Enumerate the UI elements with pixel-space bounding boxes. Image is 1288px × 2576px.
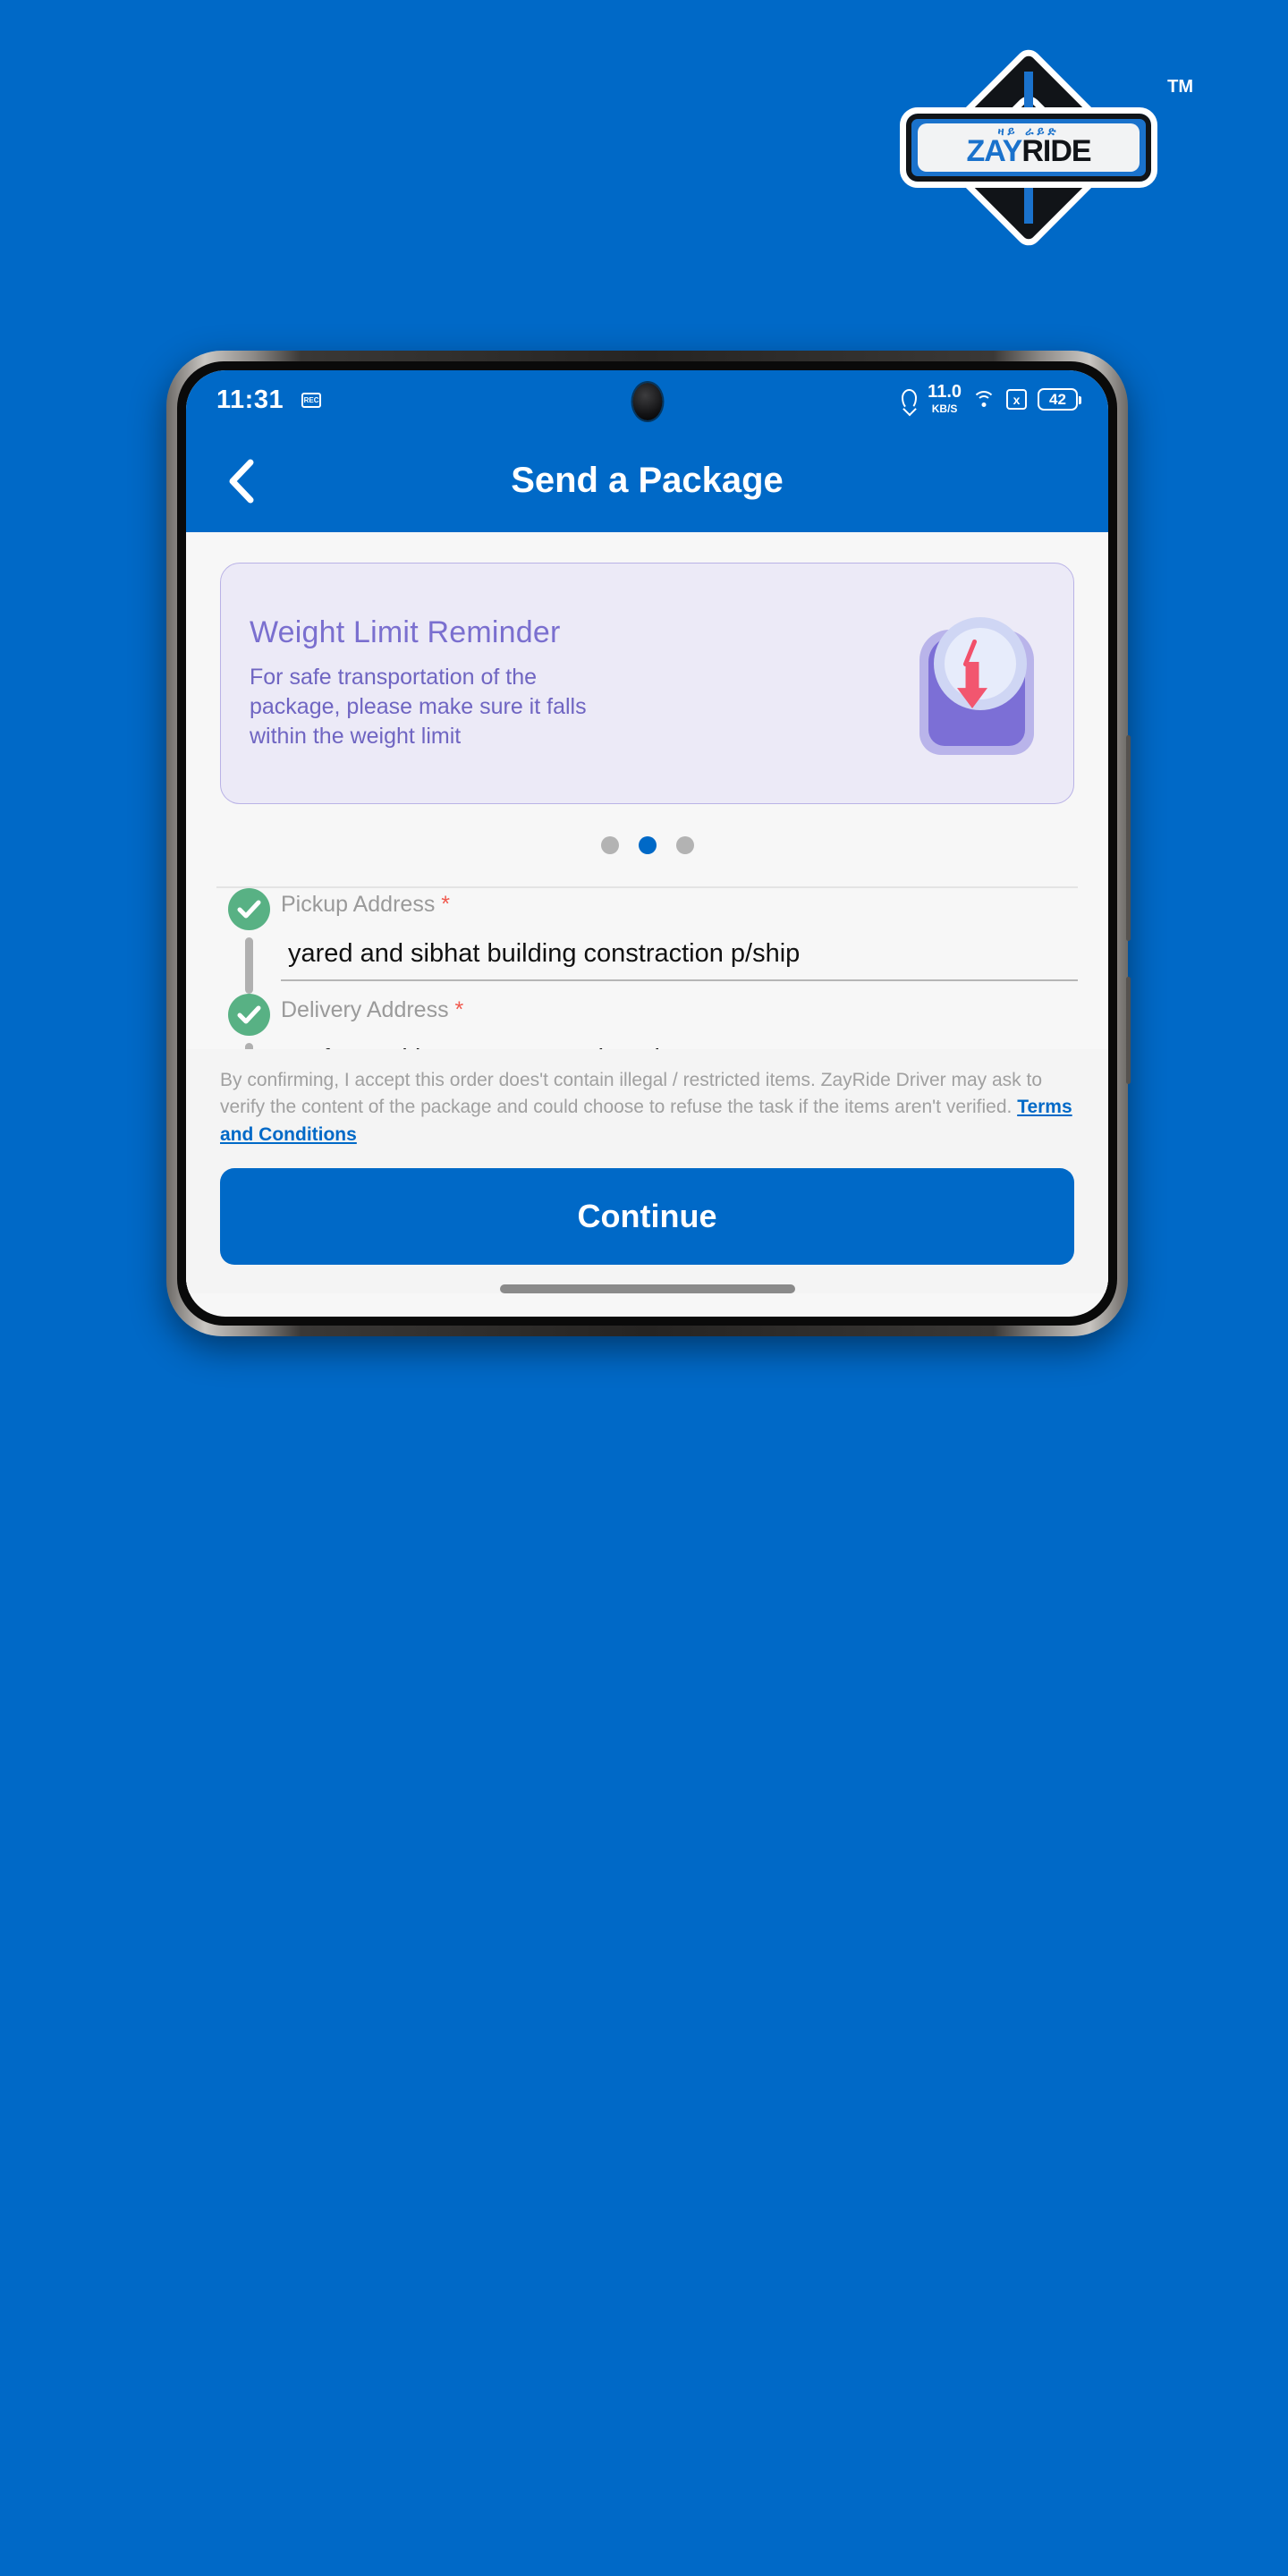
network-speed-unit: KB/S: [931, 402, 958, 415]
wifi-icon: [972, 390, 996, 409]
carousel-page-indicator: [186, 836, 1108, 854]
logo-amharic-text: ዛይ ራይድ: [997, 124, 1060, 138]
power-button[interactable]: [1126, 977, 1131, 1084]
pickup-address-input[interactable]: yared and sibhat building constraction p…: [281, 918, 1078, 981]
weight-card-title: Weight Limit Reminder: [250, 615, 561, 649]
phone-screen: 11:31 REC 11.0 KB/S x 42 Send a Package …: [186, 370, 1108, 1317]
screen-record-icon: REC: [301, 392, 322, 408]
delivery-status-rail: [216, 993, 281, 1049]
required-marker: *: [454, 996, 464, 1022]
scroll-area[interactable]: Weight Limit Reminder For safe transport…: [186, 532, 1108, 1049]
weight-scale-icon: [911, 612, 1045, 755]
phone-bezel: 11:31 REC 11.0 KB/S x 42 Send a Package …: [177, 361, 1117, 1326]
status-icons-group: 11.0 KB/S x 42: [902, 382, 1081, 415]
pickup-status-rail: [216, 887, 281, 994]
location-pin-icon: [902, 389, 918, 411]
back-button[interactable]: [206, 458, 277, 504]
continue-button[interactable]: Continue: [220, 1168, 1074, 1265]
app-content: Weight Limit Reminder For safe transport…: [186, 532, 1108, 1293]
delivery-field-content: Delivery Address * tesfay and hagos cons…: [281, 994, 1078, 1049]
rail-connector-line: [244, 1042, 253, 1049]
weight-limit-reminder-card[interactable]: Weight Limit Reminder For safe transport…: [220, 563, 1074, 804]
delivery-address-input[interactable]: tesfay and hagos construction plc: [281, 1023, 1078, 1049]
footer: By confirming, I accept this order does'…: [186, 1048, 1108, 1293]
home-indicator[interactable]: [499, 1284, 795, 1293]
zayride-logo: ዛይ ራይድ ZAYRIDE TM: [894, 44, 1193, 251]
form-row-pickup-address[interactable]: Pickup Address * yared and sibhat buildi…: [216, 887, 1078, 994]
logo-word-ride: RIDE: [1021, 133, 1091, 168]
pickup-check-icon: [227, 887, 270, 930]
rail-connector-line: [244, 936, 253, 994]
logo-trademark: TM: [1167, 77, 1193, 97]
battery-indicator: 42: [1038, 388, 1081, 411]
logo-plate-inner: ዛይ ራይድ ZAYRIDE: [918, 123, 1140, 172]
logo-wordmark: ZAYRIDE: [966, 133, 1091, 169]
terms-disclaimer-text: By confirming, I accept this order does'…: [220, 1067, 1074, 1148]
carousel-dot-2[interactable]: [638, 836, 657, 854]
pickup-field-content: Pickup Address * yared and sibhat buildi…: [281, 888, 1078, 994]
delivery-check-icon: [227, 993, 270, 1036]
pickup-address-label: Pickup Address *: [281, 891, 451, 917]
chevron-left-icon: [229, 459, 254, 503]
network-speed-indicator: 11.0 KB/S: [928, 382, 962, 415]
carousel-dot-1[interactable]: [600, 836, 619, 854]
form-row-delivery-address[interactable]: Delivery Address * tesfay and hagos cons…: [216, 993, 1078, 1049]
package-form: Pickup Address * yared and sibhat buildi…: [186, 887, 1108, 1049]
page-title: Send a Package: [511, 461, 784, 500]
network-speed-value: 11.0: [928, 382, 962, 402]
sim-disabled-icon: x: [1006, 389, 1027, 411]
weight-card-description: For safe transportation of the package, …: [250, 665, 587, 749]
terms-body: By confirming, I accept this order does'…: [220, 1069, 1043, 1118]
delivery-address-label: Delivery Address *: [281, 996, 464, 1022]
volume-button[interactable]: [1126, 735, 1131, 941]
phone-device-frame: 11:31 REC 11.0 KB/S x 42 Send a Package …: [166, 351, 1131, 1336]
logo-word-zay: ZAY: [966, 133, 1022, 168]
app-bar: Send a Package: [186, 429, 1108, 532]
required-marker: *: [441, 891, 451, 917]
status-time: 11:31: [216, 385, 284, 414]
weight-card-text-block: Weight Limit Reminder For safe transport…: [250, 615, 625, 751]
front-camera-punch-hole: [632, 383, 662, 420]
logo-plate: ዛይ ራይድ ZAYRIDE: [900, 107, 1157, 188]
status-bar: 11:31 REC 11.0 KB/S x 42: [186, 370, 1108, 429]
carousel-dot-3[interactable]: [675, 836, 694, 854]
